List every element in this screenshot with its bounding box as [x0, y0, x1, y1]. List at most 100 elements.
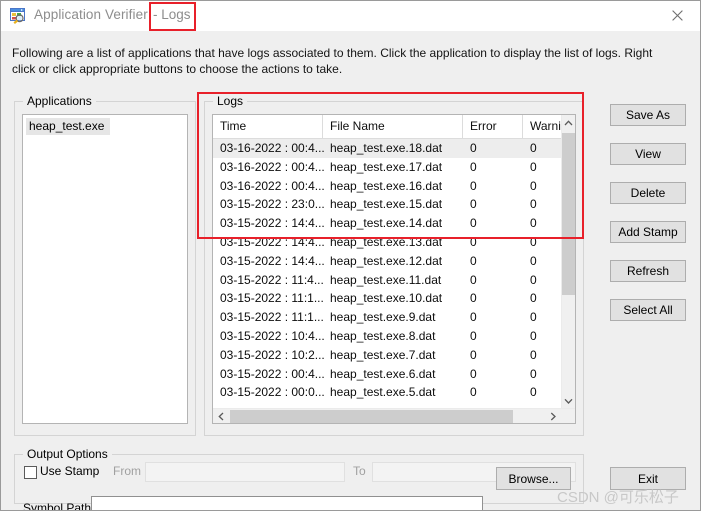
table-row[interactable]: 03-15-2022 : 23:0... heap_test.exe.15.dat… [213, 195, 561, 214]
cell-error: 0 [470, 310, 477, 325]
output-options-group-label: Output Options [23, 447, 112, 461]
cell-error: 0 [470, 347, 477, 362]
cell-error: 0 [470, 216, 477, 231]
cell-warning: 0 [530, 385, 537, 400]
symbol-path-input[interactable] [91, 496, 483, 510]
cell-time: 03-15-2022 : 11:4... [220, 272, 324, 287]
cell-error: 0 [470, 328, 477, 343]
from-input[interactable] [145, 462, 345, 482]
logs-vertical-scrollbar[interactable] [561, 115, 575, 409]
list-item[interactable]: heap_test.exe [26, 118, 111, 135]
column-header-file-name[interactable]: File Name [323, 115, 463, 138]
cell-file-name: heap_test.exe.12.dat [330, 253, 443, 268]
cell-file-name: heap_test.exe.17.dat [330, 159, 443, 174]
cell-warning: 0 [530, 178, 537, 193]
applications-group: Applications heap_test.exe [14, 94, 196, 436]
cell-file-name: heap_test.exe.18.dat [330, 141, 443, 155]
refresh-button[interactable]: Refresh [610, 260, 686, 282]
cell-file-name: heap_test.exe.5.dat [330, 385, 436, 400]
select-all-button[interactable]: Select All [610, 299, 686, 321]
cell-time: 03-15-2022 : 11:1... [220, 310, 324, 325]
application-verifier-window: Application Verifier - Logs Following ar… [0, 0, 701, 511]
exit-button[interactable]: Exit [610, 467, 686, 490]
delete-button[interactable]: Delete [610, 182, 686, 204]
close-icon[interactable] [654, 1, 700, 30]
cell-warning: 0 [530, 253, 537, 268]
cell-error: 0 [470, 253, 477, 268]
cell-warning: 0 [530, 234, 537, 249]
table-row[interactable]: 03-15-2022 : 14:4... heap_test.exe.12.dat… [213, 252, 561, 271]
use-stamp-label[interactable]: Use Stamp [40, 464, 99, 478]
cell-time: 03-15-2022 : 14:4... [220, 234, 325, 249]
cell-file-name: heap_test.exe.11.dat [330, 272, 442, 287]
title-bar: Application Verifier - Logs [1, 1, 700, 31]
cell-error: 0 [470, 178, 477, 193]
table-row[interactable]: 03-15-2022 : 11:1... heap_test.exe.9.dat 0… [213, 308, 561, 327]
cell-error: 0 [470, 272, 477, 287]
view-button[interactable]: View [610, 143, 686, 165]
logs-horizontal-scrollbar[interactable] [213, 408, 575, 423]
cell-file-name: heap_test.exe.6.dat [330, 366, 436, 381]
scroll-left-icon[interactable] [213, 409, 229, 423]
column-header-error[interactable]: Error [463, 115, 523, 138]
cell-error: 0 [470, 385, 477, 400]
table-row[interactable]: 03-15-2022 : 14:4... heap_test.exe.14.dat… [213, 214, 561, 233]
symbol-path-label: Symbol Path [23, 501, 92, 511]
table-row[interactable]: 03-15-2022 : 00:4... heap_test.exe.6.dat 0… [213, 365, 561, 384]
cell-file-name: heap_test.exe.15.dat [330, 197, 443, 212]
table-row[interactable]: 03-16-2022 : 00:4... heap_test.exe.17.dat… [213, 158, 561, 177]
table-row[interactable]: 03-15-2022 : 10:4... heap_test.exe.8.dat 0… [213, 327, 561, 346]
app-verifier-icon [10, 8, 27, 25]
cell-warning: 0 [530, 291, 537, 306]
cell-error: 0 [470, 291, 477, 306]
from-label: From [113, 464, 141, 478]
cell-file-name: heap_test.exe.10.dat [330, 291, 443, 306]
applications-list[interactable]: heap_test.exe [22, 114, 188, 424]
cell-time: 03-15-2022 : 14:4... [220, 216, 325, 231]
logs-list-view[interactable]: Time File Name Error Warning 03-16-2022 … [212, 114, 576, 424]
cell-file-name: heap_test.exe.13.dat [330, 234, 443, 249]
table-row[interactable]: 03-16-2022 : 00:4... heap_test.exe.18.dat… [213, 139, 561, 158]
table-row[interactable]: 03-15-2022 : 10:2... heap_test.exe.7.dat 0… [213, 346, 561, 365]
table-row[interactable]: 03-15-2022 : 14:4... heap_test.exe.13.dat… [213, 233, 561, 252]
window-subtitle: - Logs [153, 7, 191, 22]
save-as-button[interactable]: Save As [610, 104, 686, 126]
cell-time: 03-15-2022 : 00:0... [220, 385, 325, 400]
cell-warning: 0 [530, 216, 537, 231]
use-stamp-checkbox[interactable] [24, 466, 37, 479]
horizontal-scrollbar-thumb[interactable] [230, 410, 513, 423]
cell-error: 0 [470, 197, 477, 212]
scroll-right-icon[interactable] [545, 409, 561, 423]
cell-file-name: heap_test.exe.14.dat [330, 216, 443, 231]
description-text: Following are a list of applications tha… [12, 46, 653, 76]
logs-group-label: Logs [213, 94, 248, 108]
cell-time: 03-15-2022 : 00:4... [220, 366, 325, 381]
table-row[interactable]: 03-15-2022 : 11:4... heap_test.exe.11.dat… [213, 271, 561, 290]
cell-file-name: heap_test.exe.7.dat [330, 347, 436, 362]
cell-file-name: heap_test.exe.9.dat [330, 310, 436, 325]
table-row[interactable]: 03-15-2022 : 00:0... heap_test.exe.5.dat 0… [213, 383, 561, 402]
cell-time: 03-15-2022 : 10:4... [220, 328, 325, 343]
cell-time: 03-16-2022 : 00:4... [220, 178, 325, 193]
cell-file-name: heap_test.exe.16.dat [330, 178, 443, 193]
cell-time: 03-15-2022 : 10:2... [220, 347, 325, 362]
browse-button[interactable]: Browse... [496, 467, 571, 490]
cell-time: 03-15-2022 : 14:4... [220, 253, 325, 268]
cell-warning: 0 [530, 141, 537, 155]
cell-warning: 0 [530, 272, 537, 287]
cell-warning: 0 [530, 366, 537, 381]
table-row[interactable]: 03-16-2022 : 00:4... heap_test.exe.16.dat… [213, 177, 561, 196]
cell-error: 0 [470, 366, 477, 381]
column-header-time[interactable]: Time [213, 115, 323, 138]
scroll-up-icon[interactable] [562, 115, 575, 131]
vertical-scrollbar-thumb[interactable] [562, 133, 575, 295]
column-header-warning[interactable]: Warning [523, 115, 561, 138]
cell-error: 0 [470, 159, 477, 174]
cell-error: 0 [470, 141, 477, 155]
cell-time: 03-16-2022 : 00:4... [220, 141, 325, 155]
table-row[interactable]: 03-15-2022 : 11:1... heap_test.exe.10.dat… [213, 289, 561, 308]
cell-warning: 0 [530, 310, 537, 325]
scroll-down-icon[interactable] [562, 393, 575, 409]
add-stamp-button[interactable]: Add Stamp [610, 221, 686, 243]
window-title: Application Verifier [34, 7, 148, 22]
